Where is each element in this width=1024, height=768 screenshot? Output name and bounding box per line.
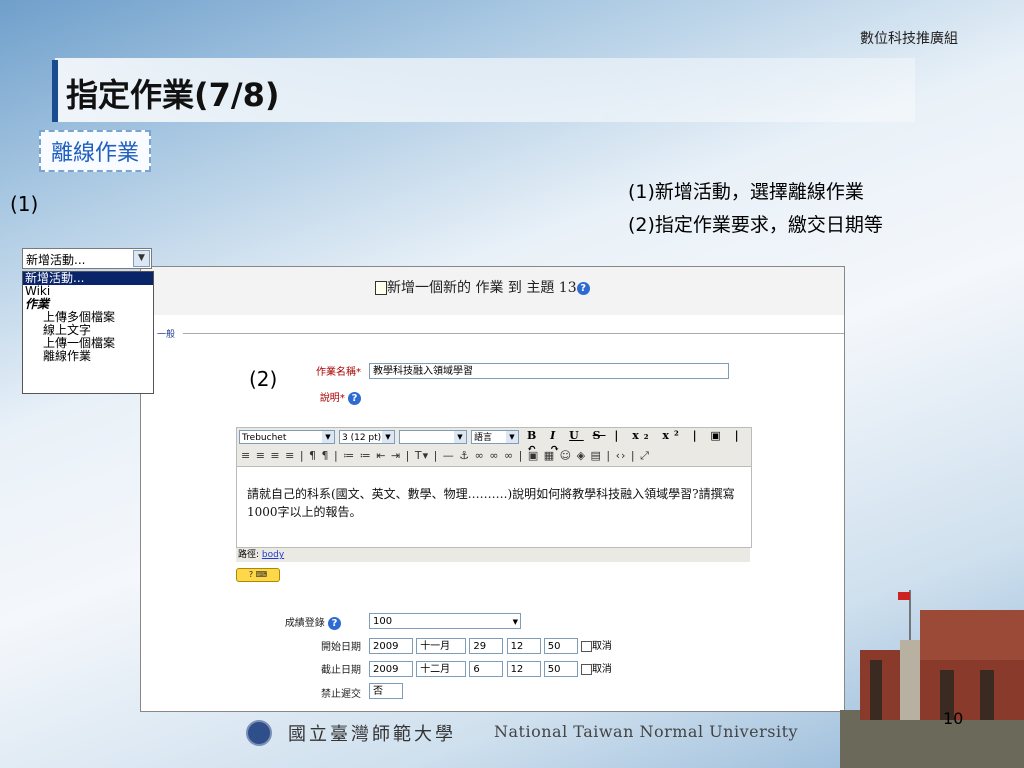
start-year-select[interactable]: 2009 — [369, 638, 413, 654]
language-select[interactable]: 語言 ▼ — [471, 430, 519, 444]
start-date-row: 2009 十一月 29 12 50 取消 — [369, 637, 612, 654]
form-heading: 新增一個新的 作業 到 主題 13? — [375, 277, 590, 297]
grade-value: 100 — [373, 616, 393, 627]
chevron-down-icon: ▼ — [382, 431, 394, 443]
chevron-down-icon: ▼ — [454, 431, 466, 443]
editor-content: 請就自己的科系(國文、英文、數學、物理……….)說明如何將教學科技融入領域學習?… — [247, 487, 735, 519]
end-date-label: 截止日期 — [321, 665, 361, 676]
start-minute-select[interactable]: 50 — [543, 638, 578, 654]
description-label: 說明* ? — [291, 389, 361, 405]
add-activity-select[interactable]: 新增活動... ▼ — [22, 248, 152, 269]
end-date-row: 2009 十二月 6 12 50 取消 — [369, 660, 612, 677]
size-value: 3 (12 pt) — [342, 433, 382, 443]
building-photo — [840, 590, 1024, 768]
university-seal-icon — [246, 720, 272, 746]
late-submit-label: 禁止遲交 — [321, 689, 361, 700]
add-activity-list: 新增活動... Wiki 作業 上傳多個檔案 線上文字 上傳一個檔案 離線作業 — [22, 271, 154, 394]
document-icon — [375, 281, 387, 295]
end-cancel-checkbox[interactable] — [580, 663, 592, 675]
start-day-select[interactable]: 29 — [469, 638, 504, 654]
chevron-down-icon: ▼ — [322, 431, 334, 443]
chevron-down-icon[interactable]: ▼ — [133, 250, 150, 267]
title-accent-bar — [52, 60, 58, 122]
grade-label-text: 成績登錄 — [284, 618, 325, 629]
note-1: (1)新增活動，選擇離線作業 — [628, 181, 864, 203]
assignment-name-input[interactable]: 教學科技融入領域學習 — [369, 363, 729, 379]
form-frame: 新增一個新的 作業 到 主題 13? 一般 (2) 作業名稱* 教學科技融入領域… — [140, 266, 845, 712]
start-date-label: 開始日期 — [321, 642, 361, 653]
late-submit-select[interactable]: 否 — [369, 683, 403, 699]
chevron-down-icon: ▼ — [512, 618, 518, 626]
section-label[interactable]: 一般 — [155, 327, 178, 340]
help-icon[interactable]: ? — [328, 616, 341, 630]
name-label: 作業名稱* — [316, 367, 361, 378]
end-day-select[interactable]: 6 — [469, 661, 504, 677]
end-cancel-label: 取消 — [591, 664, 612, 675]
editor-path: 路徑: body — [236, 548, 750, 562]
language-value: 語言 — [474, 433, 493, 443]
editor-toolbar: Trebuchet ▼ 3 (12 pt) ▼ ▼ 語言 ▼ B I U S | x₂… — [236, 427, 752, 467]
size-select[interactable]: 3 (12 pt) ▼ — [339, 430, 395, 444]
add-activity-value: 新增活動... — [26, 253, 86, 267]
start-cancel-label: 取消 — [591, 641, 612, 652]
instruction-notes: (1)新增活動，選擇離線作業 (2)指定作業要求，繳交日期等 — [628, 176, 883, 242]
start-hour-select[interactable]: 12 — [506, 638, 541, 654]
path-label: 路徑: — [238, 550, 260, 560]
topic-tag: 離線作業 — [39, 130, 152, 172]
department-label: 數位科技推廣組 — [860, 31, 958, 47]
section-divider — [183, 333, 844, 334]
toolbar-row-2[interactable]: ≡ ≡ ≡ ≡ | ¶ ¶ | ≔ ≔ ⇤ ⇥ | T▾ | — ⚓ ∞ ∞ ∞… — [241, 449, 650, 463]
university-name-chinese: 國立臺灣師範大學 — [288, 724, 456, 745]
desc-label-text: 說明 — [319, 393, 340, 404]
note-2: (2)指定作業要求，繳交日期等 — [628, 214, 883, 236]
form-header: 新增一個新的 作業 到 主題 13? — [141, 267, 844, 315]
end-minute-select[interactable]: 50 — [543, 661, 578, 677]
end-hour-select[interactable]: 12 — [506, 661, 541, 677]
end-year-select[interactable]: 2009 — [369, 661, 413, 677]
start-cancel-checkbox[interactable] — [580, 640, 592, 652]
font-select[interactable]: Trebuchet ▼ — [239, 430, 335, 444]
keyboard-help-icon[interactable]: ? ⌨ — [236, 568, 280, 582]
style-select[interactable]: ▼ — [399, 430, 467, 444]
end-month-select[interactable]: 十二月 — [416, 661, 467, 677]
path-link[interactable]: body — [262, 550, 284, 560]
page-number: 10 — [943, 709, 964, 728]
help-icon[interactable]: ? — [348, 391, 361, 405]
step-label-2: (2) — [249, 367, 278, 391]
grade-label: 成績登錄 ? — [271, 614, 341, 630]
start-month-select[interactable]: 十一月 — [416, 638, 467, 654]
chevron-down-icon: ▼ — [506, 431, 518, 443]
help-icon[interactable]: ? — [576, 281, 590, 295]
step-label-1: (1) — [10, 192, 39, 216]
font-value: Trebuchet — [242, 433, 287, 443]
list-item[interactable]: 離線作業 — [23, 350, 153, 363]
name-label-text: 作業名稱 — [316, 367, 356, 378]
university-name-english: National Taiwan Normal University — [494, 722, 799, 741]
form-heading-text: 新增一個新的 作業 到 主題 13 — [387, 280, 577, 296]
grade-select[interactable]: 100 ▼ — [369, 613, 521, 629]
slide-title: 指定作業(7/8) — [66, 76, 280, 114]
description-editor[interactable]: 請就自己的科系(國文、英文、數學、物理……….)說明如何將教學科技融入領域學習?… — [236, 466, 752, 548]
